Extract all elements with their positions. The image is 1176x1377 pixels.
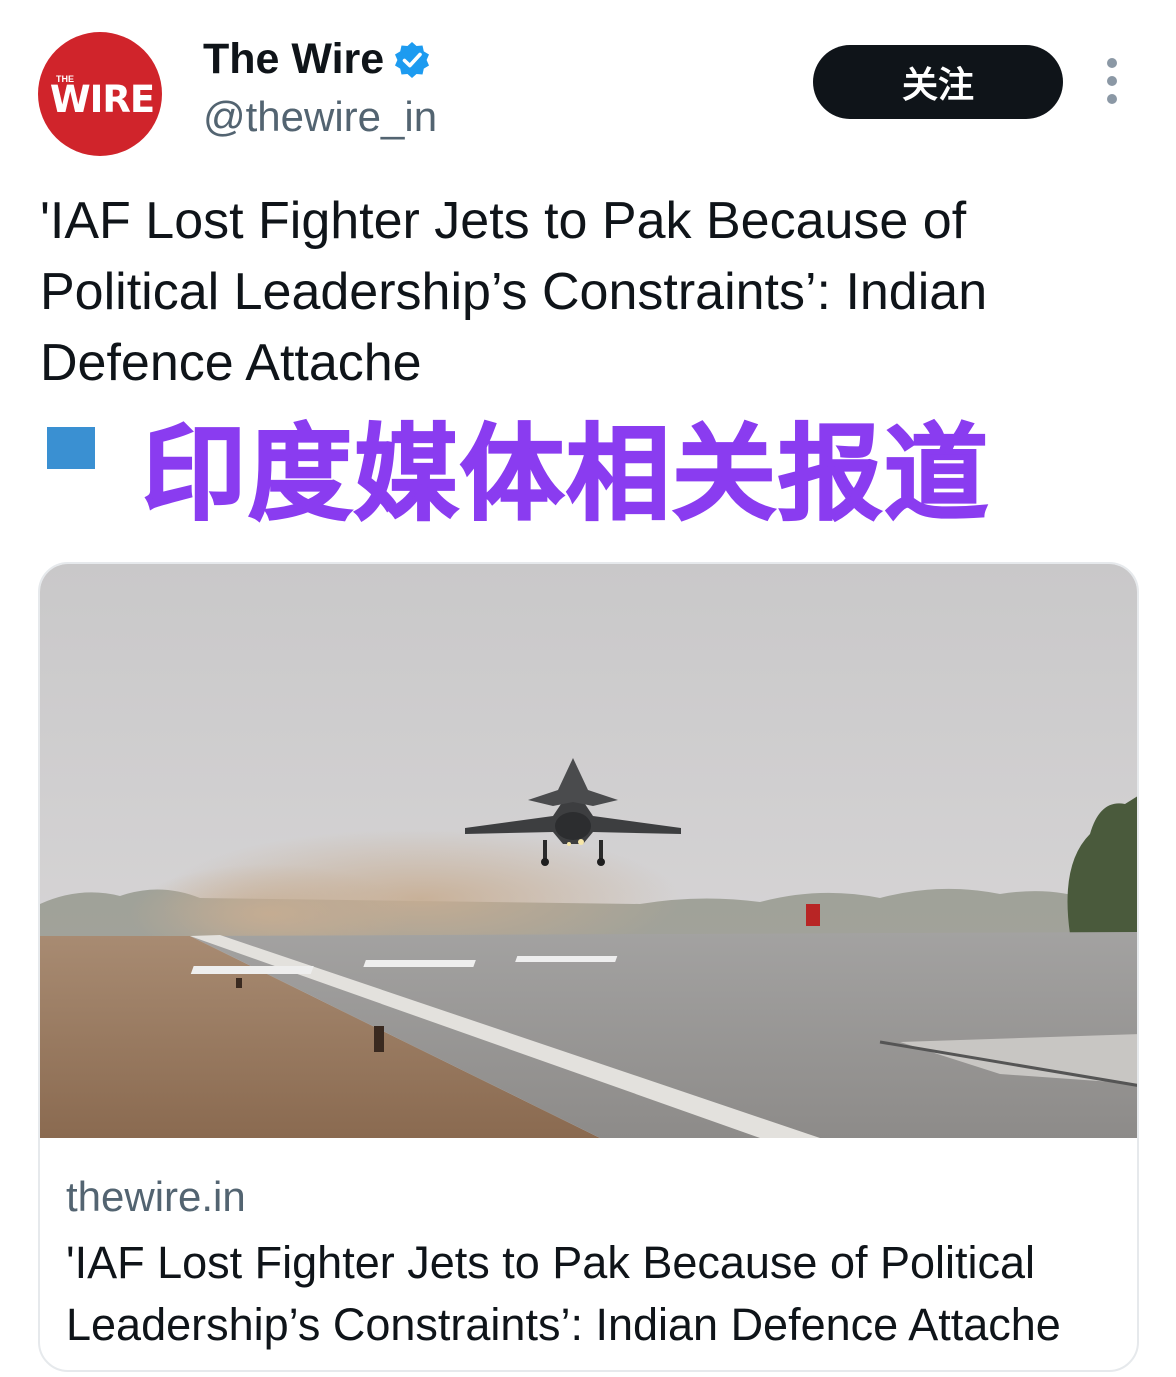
more-dot xyxy=(1107,76,1117,86)
link-card[interactable]: thewire.in 'IAF Lost Fighter Jets to Pak… xyxy=(38,562,1139,1372)
annotation-marker xyxy=(47,427,95,469)
follow-button[interactable]: 关注 xyxy=(813,45,1063,119)
more-dot xyxy=(1107,58,1117,68)
annotation-text: 印度媒体相关报道 xyxy=(141,413,991,535)
tweet-text: 'IAF Lost Fighter Jets to Pak Because of… xyxy=(40,192,988,392)
more-vertical-icon[interactable] xyxy=(1098,58,1126,104)
verified-badge-icon xyxy=(395,41,430,78)
fighter-jet-runway-photo xyxy=(40,564,1137,1138)
avatar-logo-text: WIRE xyxy=(49,78,155,121)
card-domain: thewire.in xyxy=(66,1173,246,1220)
more-dot xyxy=(1107,94,1117,104)
card-title: 'IAF Lost Fighter Jets to Pak Because of… xyxy=(66,1237,1061,1350)
display-name[interactable]: The Wire xyxy=(203,38,384,81)
name-row: The Wire xyxy=(203,38,432,81)
avatar[interactable]: THE WIRE xyxy=(38,32,162,156)
handle[interactable]: @thewire_in xyxy=(203,96,437,138)
